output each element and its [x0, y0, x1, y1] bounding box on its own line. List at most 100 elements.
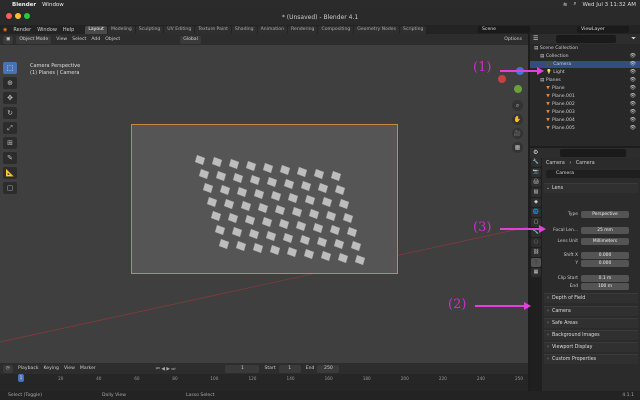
transform-orientation-dropdown[interactable]: Global	[180, 35, 201, 44]
outliner-row[interactable]: Plane.005 👁	[530, 125, 640, 132]
options-dropdown[interactable]: Options	[504, 37, 522, 42]
menu-select[interactable]: Select	[72, 37, 86, 42]
outliner-row[interactable]: Plane 👁	[530, 85, 640, 92]
tool-tab-icon[interactable]: 🔧	[531, 158, 541, 167]
visibility-eye-icon[interactable]: 👁	[630, 109, 636, 116]
gizmo-y-icon[interactable]	[514, 85, 522, 93]
menu-render[interactable]: Render	[13, 27, 31, 33]
texture-tab-icon[interactable]: ▦	[531, 268, 541, 277]
collapsed-section-header[interactable]: › Camera	[544, 306, 638, 316]
tab-geometry-nodes[interactable]: Geometry Nodes	[354, 25, 400, 34]
outliner-scene-collection[interactable]: ▤ Scene Collection	[530, 45, 640, 52]
playback-controls[interactable]: ⏮ ◀ ▶ ⏭	[156, 366, 176, 372]
properties-editor-icon[interactable]: ⚙	[533, 149, 538, 156]
menu-keying[interactable]: Keying	[44, 366, 59, 371]
view-layer-selector[interactable]: ViewLayer	[577, 26, 629, 33]
properties-search-input[interactable]	[560, 149, 626, 157]
select-box-tool-icon[interactable]: ⬚	[3, 62, 17, 74]
transform-tool-icon[interactable]: ⊞	[3, 137, 17, 149]
collapsed-section-header[interactable]: › Background Images	[544, 330, 638, 340]
camera-datablock-field[interactable]: Camera	[546, 170, 640, 178]
pan-view-icon[interactable]: ✋	[512, 114, 523, 125]
collapsed-section-header[interactable]: › Depth of Field	[544, 293, 638, 303]
lens-section-header[interactable]: ⌄ Lens	[544, 183, 638, 193]
property-field-value[interactable]: Millimeters	[581, 238, 629, 245]
move-tool-icon[interactable]: ✥	[3, 92, 17, 104]
physics-tab-icon[interactable]: ◌	[531, 238, 541, 247]
timeline-editor-icon[interactable]: ◷	[3, 364, 14, 373]
outliner-row[interactable]: Plane.004 👁	[530, 117, 640, 124]
search-icon[interactable]: ⌕	[573, 1, 576, 8]
wifi-icon[interactable]: ≋	[563, 2, 568, 8]
menu-object[interactable]: Object	[105, 37, 120, 42]
tab-modeling[interactable]: Modeling	[107, 25, 135, 34]
perspective-toggle-icon[interactable]: ▦	[512, 142, 523, 153]
zoom-view-icon[interactable]: ⌕	[512, 100, 523, 111]
output-tab-icon[interactable]: 🖨	[531, 178, 541, 187]
tab-uv-editing[interactable]: UV Editing	[164, 25, 195, 34]
timeline-ruler[interactable]: 1 1 20 40 60 80 100 120 140 160 180 200 220 240 250	[0, 374, 528, 391]
property-field-value[interactable]: 0.1 m	[581, 275, 629, 282]
visibility-eye-icon[interactable]: 👁	[630, 117, 636, 124]
rotate-tool-icon[interactable]: ↻	[3, 107, 17, 119]
outliner-row[interactable]: ▤ Planes 👁	[530, 77, 640, 84]
menu-timeline-view[interactable]: View	[64, 366, 75, 371]
property-field-value[interactable]: 0.000	[581, 260, 629, 267]
tab-sculpting[interactable]: Sculpting	[135, 25, 164, 34]
menu-add[interactable]: Add	[91, 37, 100, 42]
property-field-value[interactable]: 25 mm	[581, 227, 629, 234]
outliner-row[interactable]: Plane.003 👁	[530, 109, 640, 116]
annotate-tool-icon[interactable]: ✎	[3, 152, 17, 164]
3d-viewport[interactable]: Camera Perspective (1) Planes | Camera ⬚…	[0, 45, 528, 363]
outliner-row[interactable]: 💡 Light 👁	[530, 69, 640, 76]
gizmo-x-icon[interactable]	[498, 75, 506, 83]
constraint-tab-icon[interactable]: ⛓	[531, 248, 541, 257]
property-field-value[interactable]: Perspective	[581, 211, 629, 218]
filter-icon[interactable]: ⏷	[631, 35, 636, 43]
tab-scripting[interactable]: Scripting	[400, 25, 427, 34]
scale-tool-icon[interactable]: ⤢	[3, 122, 17, 134]
start-frame-field[interactable]: 1	[278, 364, 301, 373]
tab-layout[interactable]: Layout	[85, 25, 107, 34]
collapsed-section-header[interactable]: › Safe Areas	[544, 318, 638, 328]
mac-menu-window[interactable]: Window	[42, 2, 64, 8]
end-frame-field[interactable]: 250	[317, 364, 340, 373]
collapsed-section-header[interactable]: › Custom Properties	[544, 354, 638, 364]
tab-shading[interactable]: Shading	[231, 25, 257, 34]
scene-tab-icon[interactable]: ◆	[531, 198, 541, 207]
tab-animation[interactable]: Animation	[257, 25, 288, 34]
outliner-row[interactable]: 🎥 Camera 👁	[530, 61, 640, 68]
menu-help[interactable]: Help	[63, 27, 74, 33]
add-cube-tool-icon[interactable]: ▢	[3, 182, 17, 194]
visibility-eye-icon[interactable]: 👁	[630, 101, 636, 108]
visibility-eye-icon[interactable]: 👁	[630, 61, 636, 68]
camera-view-icon[interactable]: 🎥	[512, 128, 523, 139]
menu-marker[interactable]: Marker	[80, 366, 96, 371]
outliner-editor-icon[interactable]: ☰	[533, 35, 538, 42]
visibility-eye-icon[interactable]: 👁	[630, 77, 636, 84]
property-field-value[interactable]: 0.000	[581, 252, 629, 259]
menu-view[interactable]: View	[56, 37, 67, 42]
tab-compositing[interactable]: Compositing	[318, 25, 354, 34]
current-frame-field[interactable]: 1	[225, 364, 260, 373]
visibility-eye-icon[interactable]: 👁	[630, 69, 636, 76]
scene-selector[interactable]: Scene	[478, 26, 530, 33]
visibility-eye-icon[interactable]: 👁	[630, 85, 636, 92]
editor-type-icon[interactable]: ▣	[3, 35, 14, 44]
menu-window[interactable]: Window	[37, 27, 57, 33]
tab-texture-paint[interactable]: Texture Paint	[195, 25, 231, 34]
outliner-row[interactable]: Plane.002 👁	[530, 101, 640, 108]
outliner-row[interactable]: Plane.001 👁	[530, 93, 640, 100]
measure-tool-icon[interactable]: 📐	[3, 167, 17, 179]
mac-app-name[interactable]: Blender	[12, 2, 36, 8]
tab-rendering[interactable]: Rendering	[288, 25, 318, 34]
blender-logo-icon[interactable]: ◉	[3, 27, 7, 33]
visibility-eye-icon[interactable]: 👁	[630, 93, 636, 100]
world-tab-icon[interactable]: 🌐	[531, 208, 541, 217]
cursor-tool-icon[interactable]: ⊕	[3, 77, 17, 89]
visibility-eye-icon[interactable]: 👁	[630, 53, 636, 60]
collapsed-section-header[interactable]: › Viewport Display	[544, 342, 638, 352]
visibility-eye-icon[interactable]: 👁	[630, 125, 636, 132]
camera-data-tab-icon[interactable]: 🎥	[531, 258, 541, 267]
menu-playback[interactable]: Playback	[18, 366, 39, 371]
